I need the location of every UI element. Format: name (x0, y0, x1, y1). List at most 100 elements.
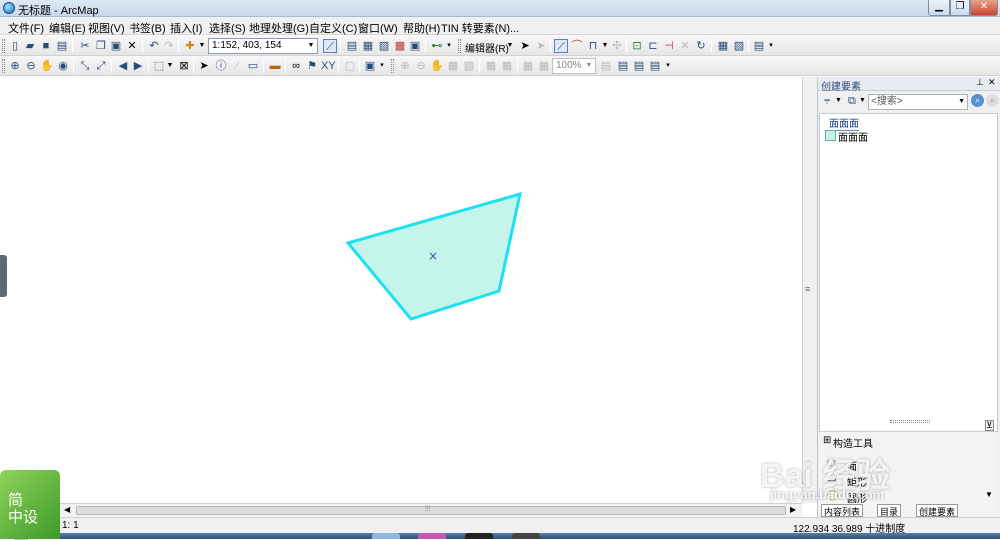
menu-file[interactable]: 文件(F) (8, 20, 44, 36)
find-binoculars-icon[interactable]: ∞ (289, 59, 303, 73)
split-tool-icon[interactable]: ✕ (678, 39, 692, 53)
template-search-input[interactable]: <搜索> ▼ (868, 94, 968, 110)
change-layout-icon[interactable]: ▤ (632, 59, 646, 73)
point-tool-icon[interactable]: ✣ (610, 39, 624, 53)
full-extent-globe-icon[interactable]: ◉ (56, 59, 70, 73)
go-back-icon[interactable]: ◀ (116, 59, 130, 73)
end-point-arc-icon[interactable]: ⌒ (570, 39, 584, 53)
layout-pan-icon[interactable]: ✋ (430, 59, 444, 73)
identify-info-icon[interactable]: ⓘ (214, 59, 228, 73)
find-route-icon[interactable]: ⚑ (305, 59, 319, 73)
select-by-rectangle-icon[interactable]: ⬚ (152, 59, 166, 73)
chevron-down-icon[interactable]: ▼ (859, 97, 866, 104)
close-icon[interactable]: ✕ (988, 77, 996, 88)
sketch-properties-icon[interactable]: ▧ (732, 39, 746, 53)
layout-zoom-out-icon[interactable]: ⊖ (414, 59, 428, 73)
select-dropdown-icon[interactable]: ▼ (166, 59, 174, 73)
scroll-thumb[interactable]: ⦙⦙⦙ (76, 504, 786, 515)
cut-icon[interactable]: ✂ (78, 39, 92, 53)
time-slider-icon[interactable]: ▢ (343, 59, 357, 73)
go-to-xy-icon[interactable]: XY (321, 59, 336, 73)
catalog-window-icon[interactable]: ▦ (361, 39, 375, 53)
save-icon[interactable]: ■ (39, 39, 53, 53)
hyperlink-icon[interactable]: ⁄ (230, 59, 244, 73)
construction-tools-dropdown-icon[interactable]: ▼ (601, 39, 609, 53)
paste-icon[interactable]: ▣ (109, 39, 123, 53)
menu-bookmarks[interactable]: 书签(B) (129, 20, 166, 36)
edit-annotation-tool-icon[interactable]: ➤ (534, 39, 548, 53)
focus-data-frame-icon[interactable]: ▤ (616, 59, 630, 73)
toolbar-options-icon[interactable]: ▾ (664, 59, 672, 73)
zoom-whole-page-icon[interactable]: ▦ (446, 59, 460, 73)
menu-geoprocessing[interactable]: 地理处理(G) (249, 20, 309, 36)
collapse-panel-icon[interactable]: ⊻ (985, 420, 994, 431)
taskbar-app-icon[interactable] (465, 533, 493, 539)
python-window-icon[interactable]: ▣ (408, 39, 422, 53)
pin-icon[interactable]: ⊥ (976, 77, 984, 88)
minimize-button[interactable]: ▁ (928, 0, 950, 16)
toolbar-grip[interactable] (458, 39, 461, 53)
toggle-draft-mode-icon[interactable]: ▤ (599, 59, 613, 73)
open-folder-icon[interactable]: ▰ (23, 39, 37, 53)
map-display[interactable]: × (0, 77, 802, 503)
taskbar-app-icon[interactable] (512, 533, 540, 539)
new-document-icon[interactable]: ▯ (8, 39, 22, 53)
table-of-contents-icon[interactable]: ▤ (345, 39, 359, 53)
undo-icon[interactable]: ↶ (147, 39, 161, 53)
fixed-zoom-in-icon[interactable]: ⤡ (78, 59, 92, 73)
copy-icon[interactable]: ❐ (94, 39, 108, 53)
close-button[interactable]: ✕ (970, 0, 998, 16)
menu-insert[interactable]: 插入(I) (170, 20, 202, 36)
organize-feature-templates-icon[interactable]: ⧉ (848, 95, 856, 108)
layout-zoom-in-icon[interactable]: ⊕ (398, 59, 412, 73)
layout-zoom-combo[interactable]: 100% ▼ (552, 58, 596, 74)
clear-selection-icon[interactable]: ⊠ (177, 59, 191, 73)
fixed-zoom-out-icon[interactable]: ⤢ (94, 59, 108, 73)
attributes-icon[interactable]: ▦ (716, 39, 730, 53)
data-driven-pages-icon[interactable]: ▤ (648, 59, 662, 73)
delete-icon[interactable]: ✕ (125, 39, 139, 53)
editor-toolbar-toggle-icon[interactable]: ⟋ (323, 39, 337, 53)
menu-edit[interactable]: 编辑(E) (49, 20, 86, 36)
collapsed-left-dock-tab[interactable] (0, 255, 7, 297)
toolbar-grip[interactable] (2, 39, 5, 53)
menu-selection[interactable]: 选择(S) (209, 20, 246, 36)
taskbar-app-icon[interactable] (372, 533, 400, 539)
create-features-window-icon[interactable]: ▤ (752, 39, 766, 53)
menu-customize[interactable]: 自定义(C) (309, 20, 357, 36)
edit-vertices-icon[interactable]: ⊡ (630, 39, 644, 53)
toolbar-grip[interactable] (391, 59, 394, 73)
menu-tin-to-feature[interactable]: TIN 转要素(N)... (441, 20, 519, 36)
print-icon[interactable]: ▤ (55, 39, 69, 53)
clear-search-icon[interactable]: ⌕ (986, 94, 999, 107)
go-forward-icon[interactable]: ▶ (131, 59, 145, 73)
html-popup-icon[interactable]: ▭ (246, 59, 260, 73)
menu-windows[interactable]: 窗口(W) (358, 20, 398, 36)
editor-menu-chevron-icon[interactable]: ▼ (506, 39, 514, 53)
edit-tool-icon[interactable]: ➤ (518, 39, 532, 53)
map-horizontal-scrollbar[interactable]: ◀ ⦙⦙⦙ ▶ (60, 503, 802, 517)
arctoolbox-icon[interactable]: ▩ (393, 39, 407, 53)
menu-help[interactable]: 帮助(H) (403, 20, 440, 36)
maximize-button[interactable]: ❐ (950, 0, 970, 16)
layout-fixed-zoom-out-icon[interactable]: ▦ (500, 59, 514, 73)
toolbar-options-icon[interactable]: ▾ (767, 39, 775, 53)
editor-menu[interactable]: 编辑器(R) (465, 40, 509, 55)
add-data-icon[interactable]: ✚ (183, 39, 197, 53)
cut-polygons-icon[interactable]: ⊣ (662, 39, 676, 53)
create-viewer-window-icon[interactable]: ▣ (363, 59, 377, 73)
measure-ruler-icon[interactable]: ▬ (268, 59, 282, 73)
search-window-icon[interactable]: ▧ (377, 39, 391, 53)
zoom-100-icon[interactable]: ▧ (462, 59, 476, 73)
pane-splitter-grip[interactable] (890, 420, 930, 423)
search-icon[interactable]: ⌕ (971, 94, 984, 107)
organize-templates-icon[interactable]: ⫧ (824, 95, 830, 108)
scroll-left-icon[interactable]: ◀ (64, 505, 70, 514)
layout-fixed-zoom-in-icon[interactable]: ▦ (484, 59, 498, 73)
zoom-in-icon[interactable]: ⊕ (8, 59, 22, 73)
toolbar-options-icon[interactable]: ▾ (445, 39, 453, 53)
add-data-dropdown-icon[interactable]: ▼ (198, 39, 206, 53)
toolbar-options-icon[interactable]: ▾ (378, 59, 386, 73)
taskbar-app-icon[interactable] (418, 533, 446, 539)
layout-back-icon[interactable]: ▦ (521, 59, 535, 73)
